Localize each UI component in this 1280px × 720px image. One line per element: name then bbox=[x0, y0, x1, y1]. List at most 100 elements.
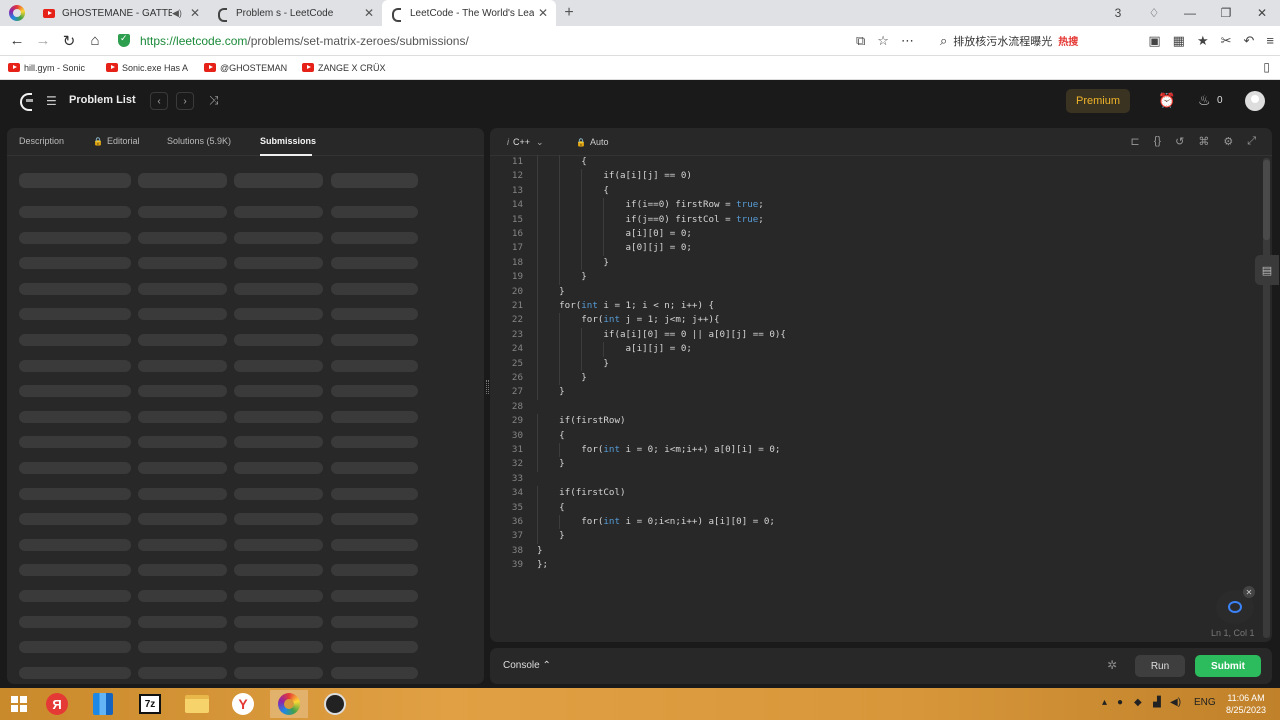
problem-list-link[interactable]: Problem List bbox=[69, 94, 136, 106]
browser-tab-leetcode-active[interactable]: LeetCode - The World's Leadi ✕ bbox=[382, 0, 556, 26]
console-toggle[interactable]: Console ⌃ bbox=[503, 660, 551, 671]
code-line[interactable]: 13 { bbox=[490, 184, 1260, 198]
avatar[interactable] bbox=[1245, 91, 1265, 111]
code-line[interactable]: 16 a[i][0] = 0; bbox=[490, 227, 1260, 241]
translate-icon[interactable]: ⧉ bbox=[856, 33, 865, 49]
bookmarks-icon[interactable]: ★ bbox=[1197, 33, 1209, 49]
browser-tab-ghostemane[interactable]: GHOSTEMANE - GATTEKA ◀) ✕ bbox=[34, 0, 208, 26]
taskbar-books[interactable] bbox=[84, 690, 122, 718]
close-icon[interactable]: ✕ bbox=[364, 6, 374, 20]
code-line[interactable]: 36 for(int i = 0;i<n;i++) a[i][0] = 0; bbox=[490, 515, 1260, 529]
bookmarks-overflow-icon[interactable]: ▯ bbox=[1263, 60, 1270, 74]
close-icon[interactable]: ✕ bbox=[190, 6, 200, 20]
url-field[interactable]: https:// leetcode.com /problems/set-matr… bbox=[118, 30, 928, 52]
code-line[interactable]: 35 { bbox=[490, 501, 1260, 515]
auto-mode[interactable]: 🔒 Auto bbox=[576, 137, 608, 147]
back-button[interactable]: ← bbox=[4, 32, 30, 49]
screenshot-icon[interactable]: ▣ bbox=[1148, 33, 1160, 49]
code-area[interactable]: 11 {12 if(a[i][j] == 0) 13 {14 if(i==0) f… bbox=[490, 155, 1260, 642]
taskbar-browser[interactable] bbox=[270, 690, 308, 718]
star-icon[interactable]: ☆ bbox=[877, 33, 889, 49]
code-line[interactable]: 20 } bbox=[490, 285, 1260, 299]
reset-icon[interactable]: ↺ bbox=[1175, 135, 1184, 148]
more-icon[interactable]: ⋯ bbox=[901, 33, 914, 49]
submit-button[interactable]: Submit bbox=[1195, 655, 1261, 677]
tab-submissions[interactable]: Submissions bbox=[260, 136, 316, 146]
run-button[interactable]: Run bbox=[1135, 655, 1185, 677]
forward-button[interactable]: → bbox=[30, 32, 56, 49]
notes-icon[interactable]: ▤ bbox=[1255, 255, 1279, 285]
code-line[interactable]: 32 } bbox=[490, 457, 1260, 471]
scroll-thumb[interactable] bbox=[1263, 160, 1270, 240]
code-line[interactable]: 26 } bbox=[490, 371, 1260, 385]
problem-list-icon[interactable]: ☰ bbox=[46, 94, 57, 108]
code-line[interactable]: 31 for(int i = 0; i<m;i++) a[0][i] = 0; bbox=[490, 443, 1260, 457]
bookmark-item[interactable]: ZANGE X CRÜXX bbox=[302, 63, 386, 73]
start-button[interactable] bbox=[0, 690, 38, 718]
new-tab-button[interactable]: + bbox=[556, 0, 582, 26]
code-line[interactable]: 11 { bbox=[490, 155, 1260, 169]
bookmark-item[interactable]: hill.gym - Sonic bbox=[8, 63, 92, 73]
timer-icon[interactable]: ⏰ bbox=[1158, 92, 1175, 109]
code-line[interactable]: 39}; bbox=[490, 558, 1260, 572]
language-select[interactable]: i C++ ⌄ bbox=[507, 137, 544, 148]
panel-resize-handle[interactable] bbox=[486, 380, 489, 394]
code-line[interactable]: 34 if(firstCol) bbox=[490, 486, 1260, 500]
undo-icon[interactable]: ↶ bbox=[1244, 33, 1255, 49]
restore-button[interactable]: ❐ bbox=[1208, 6, 1244, 20]
minimize-button[interactable]: — bbox=[1172, 6, 1208, 20]
close-icon[interactable]: ✕ bbox=[538, 6, 548, 20]
code-line[interactable]: 21 for(int i = 1; i < n; i++) { bbox=[490, 299, 1260, 313]
next-problem-button[interactable]: › bbox=[176, 92, 194, 110]
code-line[interactable]: 18 } bbox=[490, 256, 1260, 270]
tray-app-icon[interactable]: ● bbox=[1117, 697, 1123, 708]
taskbar-yandex[interactable]: Я bbox=[38, 690, 76, 718]
taskbar-obs[interactable] bbox=[316, 690, 354, 718]
tab-description[interactable]: Description bbox=[19, 136, 64, 146]
leetcode-logo-icon[interactable] bbox=[18, 92, 34, 111]
code-line[interactable]: 14 if(i==0) firstRow = true; bbox=[490, 198, 1260, 212]
code-line[interactable]: 33 bbox=[490, 472, 1260, 486]
tray-expand-icon[interactable]: ▴ bbox=[1102, 697, 1107, 708]
scissors-icon[interactable]: ✂ bbox=[1221, 33, 1232, 49]
shirt-icon[interactable]: ♢ bbox=[1136, 6, 1172, 20]
braces-icon[interactable]: {} bbox=[1154, 135, 1161, 148]
code-line[interactable]: 24 a[i][j] = 0; bbox=[490, 342, 1260, 356]
code-line[interactable]: 28 bbox=[490, 400, 1260, 414]
debug-icon[interactable]: ✲ bbox=[1107, 658, 1117, 672]
close-icon[interactable]: ✕ bbox=[1243, 586, 1255, 598]
code-line[interactable]: 25 } bbox=[490, 357, 1260, 371]
input-language[interactable]: ENG bbox=[1194, 697, 1216, 708]
search-box[interactable]: ⌕ 排放核污水流程曝光 热搜 bbox=[940, 33, 1110, 49]
code-line[interactable]: 29 if(firstRow) bbox=[490, 414, 1260, 428]
taskbar-7zip[interactable]: 7z bbox=[131, 690, 169, 718]
bookmark-icon[interactable]: ⊏ bbox=[1131, 135, 1140, 148]
tray-app-icon[interactable]: ◆ bbox=[1134, 697, 1142, 708]
tab-solutions[interactable]: Solutions (5.9K) bbox=[167, 136, 231, 146]
code-line[interactable]: 22 for(int j = 1; j<m; j++){ bbox=[490, 313, 1260, 327]
code-line[interactable]: 38} bbox=[490, 544, 1260, 558]
volume-icon[interactable]: ◀) bbox=[1170, 697, 1181, 708]
browser-logo-icon[interactable] bbox=[0, 0, 34, 26]
home-button[interactable]: ⌂ bbox=[82, 32, 108, 49]
code-line[interactable]: 12 if(a[i][j] == 0) bbox=[490, 169, 1260, 183]
bookmark-item[interactable]: Sonic.exe Has A bbox=[106, 63, 190, 73]
code-line[interactable]: 23 if(a[i][0] == 0 || a[0][j] == 0){ bbox=[490, 328, 1260, 342]
menu-icon[interactable]: ≡ bbox=[1266, 33, 1274, 49]
close-window-button[interactable]: ✕ bbox=[1244, 6, 1280, 20]
taskbar-explorer[interactable] bbox=[178, 690, 216, 718]
premium-button[interactable]: Premium bbox=[1066, 89, 1130, 113]
shortcut-icon[interactable]: ⌘ bbox=[1198, 135, 1209, 148]
shuffle-icon[interactable]: ⤨ bbox=[209, 93, 219, 108]
browser-tab-problems[interactable]: Problem s - LeetCode ✕ bbox=[208, 0, 382, 26]
tab-editorial[interactable]: 🔒 Editorial bbox=[93, 136, 139, 146]
tab-count-badge[interactable]: 3 bbox=[1100, 6, 1136, 20]
editor-scrollbar[interactable] bbox=[1263, 158, 1270, 638]
code-line[interactable]: 17 a[0][j] = 0; bbox=[490, 241, 1260, 255]
fullscreen-icon[interactable]: ⤢ bbox=[1247, 135, 1256, 148]
apps-icon[interactable]: ▦ bbox=[1173, 33, 1185, 49]
fire-icon[interactable]: ♨ bbox=[1198, 92, 1211, 109]
code-line[interactable]: 19 } bbox=[490, 270, 1260, 284]
prev-problem-button[interactable]: ‹ bbox=[150, 92, 168, 110]
code-line[interactable]: 30 { bbox=[490, 429, 1260, 443]
